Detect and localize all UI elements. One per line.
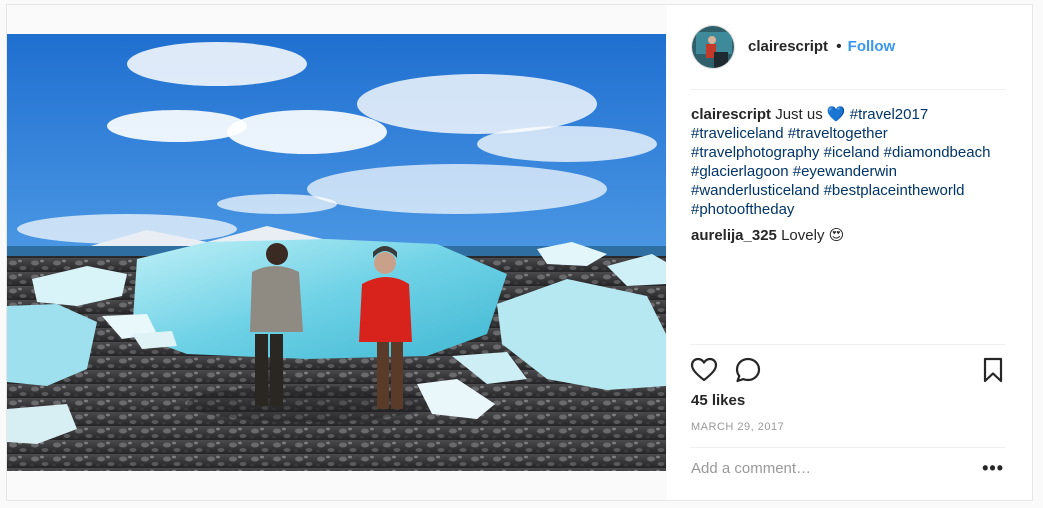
add-comment-input[interactable]: [691, 460, 991, 477]
hashtag[interactable]: #travel2017: [850, 106, 928, 123]
avatar[interactable]: [691, 25, 735, 69]
comments-list: clairescript Just us 💙 #travel2017 #trav…: [691, 105, 991, 252]
header-line: clairescript • Follow: [748, 38, 895, 55]
blue-heart-emoji: 💙: [826, 106, 846, 123]
post-photo[interactable]: [7, 34, 666, 471]
caption-text: Just us: [775, 106, 823, 123]
caption: clairescript Just us 💙 #travel2017 #trav…: [691, 105, 991, 219]
hashtag[interactable]: #photooftheday: [691, 201, 794, 218]
hashtag[interactable]: #travelphotography: [691, 144, 819, 161]
post-card: clairescript • Follow clairescript Just …: [6, 4, 1033, 501]
hashtag[interactable]: #wanderlusticeland: [691, 182, 819, 199]
heart-eyes-emoji: 😍: [828, 227, 845, 244]
comment-button[interactable]: [733, 355, 763, 385]
more-options-icon[interactable]: •••: [982, 458, 1004, 479]
comment-text: Lovely: [781, 227, 825, 244]
post-header: clairescript • Follow: [691, 23, 1006, 90]
separator-dot: •: [836, 38, 842, 55]
hashtag[interactable]: #diamondbeach: [884, 144, 991, 161]
post-date[interactable]: MARCH 29, 2017: [691, 421, 784, 433]
save-button[interactable]: [978, 355, 1008, 385]
avatar-image: [692, 26, 734, 68]
post-actions: 45 likes MARCH 29, 2017 •••: [689, 344, 1008, 478]
hashtag[interactable]: #bestplaceintheworld: [824, 182, 965, 199]
add-comment-row: •••: [691, 447, 1006, 487]
comment-username[interactable]: aurelija_325: [691, 227, 777, 244]
follow-button[interactable]: Follow: [848, 38, 896, 55]
author-username[interactable]: clairescript: [748, 38, 828, 55]
post-media: [7, 5, 667, 500]
caption-username[interactable]: clairescript: [691, 106, 771, 123]
hashtag[interactable]: #traveltogether: [788, 125, 888, 142]
comment: aurelija_325 Lovely 😍: [691, 226, 991, 245]
likes-count[interactable]: 45 likes: [691, 392, 745, 409]
bookmark-icon: [983, 357, 1003, 383]
hashtag[interactable]: #glacierlagoon: [691, 163, 789, 180]
heart-icon: [690, 357, 718, 382]
hashtag[interactable]: #eyewanderwin: [793, 163, 897, 180]
comment-bubble-icon: [735, 357, 761, 383]
post-sidebar: clairescript • Follow clairescript Just …: [667, 5, 1032, 500]
like-button[interactable]: [689, 355, 719, 385]
hashtag[interactable]: #iceland: [824, 144, 880, 161]
hashtag[interactable]: #traveliceland: [691, 125, 784, 142]
